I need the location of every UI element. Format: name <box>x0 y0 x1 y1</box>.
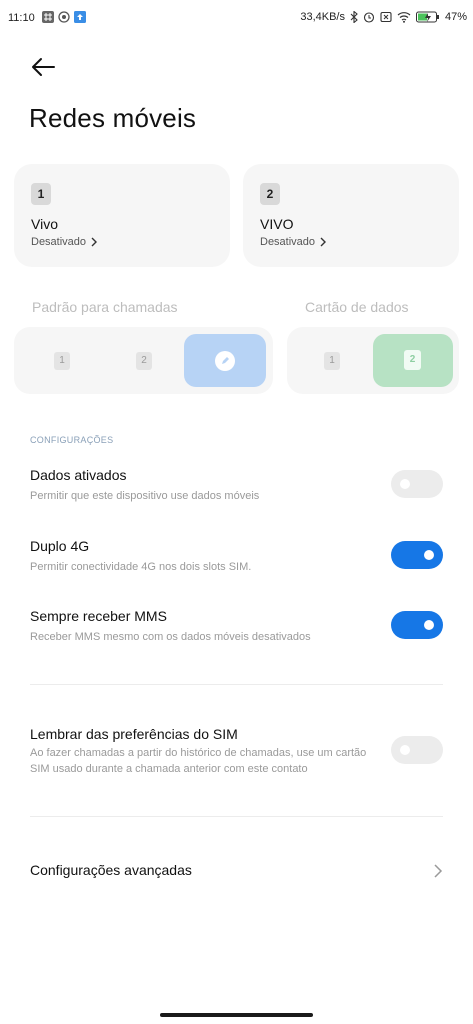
data-card-selector: 1 2 <box>287 327 459 394</box>
grid-app-icon <box>42 11 54 23</box>
sim-status: Desativado <box>31 236 98 248</box>
default-calls-selector: 1 2 <box>14 327 273 394</box>
net-speed: 33,4KB/s <box>300 11 345 23</box>
section-header: CONFIGURAÇÕES <box>30 435 114 445</box>
default-calls-label: Padrão para chamadas <box>32 299 178 315</box>
home-indicator[interactable] <box>160 1013 313 1017</box>
sim-carrier-name: VIVO <box>260 216 294 232</box>
advanced-settings-item[interactable]: Configurações avançadas <box>30 862 443 878</box>
data-option-sim-2-selected[interactable]: 2 <box>373 334 453 387</box>
calls-option-sim-2[interactable]: 2 <box>136 352 152 370</box>
upload-app-icon <box>74 11 86 23</box>
chevron-right-icon <box>320 237 327 247</box>
setting-subtitle: Receber MMS mesmo com os dados móveis de… <box>30 631 311 643</box>
setting-title: Sempre receber MMS <box>30 608 167 624</box>
setting-subtitle: Ao fazer chamadas a partir do histórico … <box>30 747 367 775</box>
sim-card-2[interactable]: 2 VIVO Desativado <box>243 164 459 267</box>
setting-subtitle: Permitir conectividade 4G nos dois slots… <box>30 561 252 573</box>
sim-card-1[interactable]: 1 Vivo Desativado <box>14 164 230 267</box>
sim-2-chip: 2 <box>404 350 421 370</box>
setting-row-dual-4g[interactable]: Duplo 4G Permitir conectividade 4G nos d… <box>30 538 443 575</box>
system-icons: 33,4KB/s 47% <box>300 11 467 23</box>
setting-subtitle: Permitir que este dispositivo use dados … <box>30 490 260 502</box>
chevron-right-icon <box>434 864 443 878</box>
setting-title: Dados ativados <box>30 467 127 483</box>
back-arrow-icon <box>32 58 55 76</box>
divider <box>30 816 443 817</box>
setting-row-sim-preferences[interactable]: Lembrar das preferências do SIM Ao fazer… <box>30 726 385 777</box>
mms-toggle[interactable] <box>391 611 443 639</box>
podcast-icon <box>58 11 70 23</box>
bluetooth-icon <box>350 11 358 23</box>
sim-preferences-toggle[interactable] <box>391 736 443 764</box>
battery-percent: 47% <box>444 11 467 23</box>
calls-option-ask-selected[interactable] <box>184 334 266 387</box>
setting-row-mobile-data[interactable]: Dados ativados Permitir que este disposi… <box>30 467 443 504</box>
data-option-sim-1[interactable]: 1 <box>324 352 340 370</box>
status-bar: 11:10 33,4KB/s 47% <box>0 0 473 36</box>
sim-slot-badge: 1 <box>31 183 51 205</box>
data-card-label: Cartão de dados <box>305 299 409 315</box>
battery-icon <box>415 11 439 23</box>
back-button[interactable] <box>30 55 56 79</box>
edit-icon <box>215 351 235 371</box>
setting-title: Lembrar das preferências do SIM <box>30 726 238 742</box>
alarm-icon <box>363 12 375 23</box>
sim-slot-badge: 2 <box>260 183 280 205</box>
setting-title: Duplo 4G <box>30 538 90 554</box>
setting-row-mms[interactable]: Sempre receber MMS Receber MMS mesmo com… <box>30 608 443 645</box>
chevron-right-icon <box>91 237 98 247</box>
mobile-data-toggle[interactable] <box>391 470 443 498</box>
page-title: Redes móveis <box>29 103 197 133</box>
divider <box>30 684 443 685</box>
dual-4g-toggle[interactable] <box>391 541 443 569</box>
status-time: 11:10 <box>8 12 35 24</box>
notification-icons <box>42 11 86 23</box>
sim-carrier-name: Vivo <box>31 216 58 232</box>
wifi-icon <box>397 12 411 23</box>
calls-option-sim-1[interactable]: 1 <box>54 352 70 370</box>
sim-status: Desativado <box>260 236 327 248</box>
no-sim-icon <box>380 11 392 23</box>
